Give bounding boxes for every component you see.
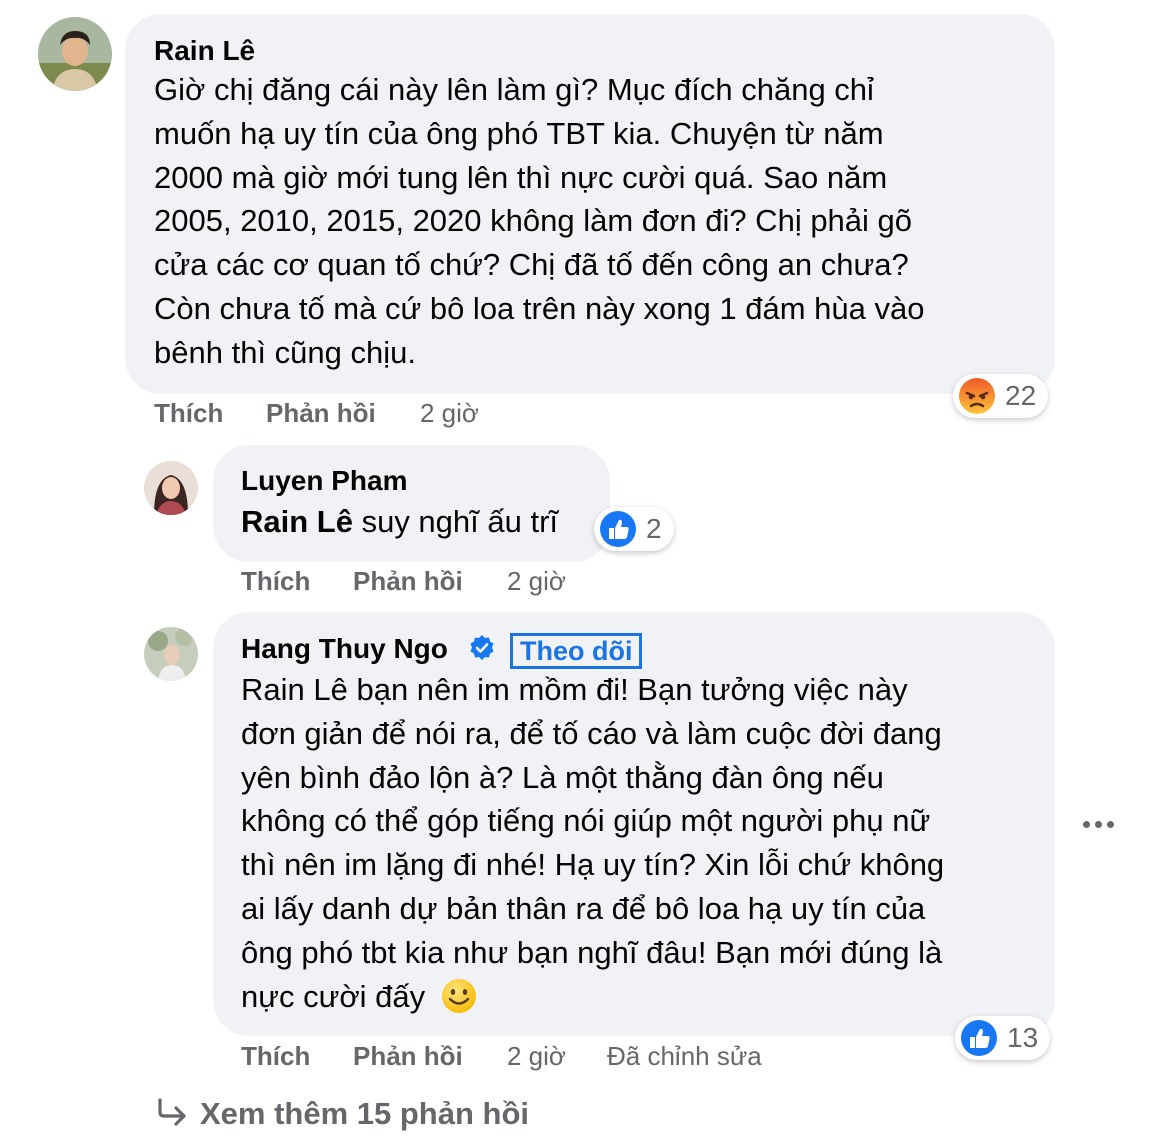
view-more-replies-label: Xem thêm 15 phản hồi [200,1096,530,1131]
comment-author-name[interactable]: Rain Lê [154,34,255,68]
reaction-summary[interactable]: 2 [594,507,674,551]
reply-button[interactable]: Phản hồi [353,566,463,597]
comment-text-line: Rain Lê bạn nên im mồm đi! Bạn tưởng việ… [241,672,908,707]
mention-link[interactable]: Rain Lê [241,504,353,539]
reaction-count: 13 [1007,1022,1039,1053]
avatar-image [144,627,198,681]
verified-badge-icon [470,635,494,660]
avatar-image [38,17,112,91]
dot [1107,821,1114,828]
avatar-luyen-pham[interactable] [144,461,198,515]
like-reaction-icon [961,1020,997,1056]
comment-text-last-line: nực cười đấy [241,975,1041,1019]
comment-text-line: yên bình đảo lộn à? Là một thằng đàn ông… [241,759,884,795]
comment-text-line: ai lấy danh dự bản thân ra để bô loa hạ … [241,890,926,926]
follow-button[interactable]: Theo dõi [510,633,643,669]
like-reaction-icon [600,511,636,547]
comment-text-line: thì nên im lặng đi nhé! Hạ uy tín? Xin l… [241,847,945,883]
view-more-replies-link[interactable]: Xem thêm 15 phản hồi [156,1096,529,1132]
comment-timestamp[interactable]: 2 giờ [507,566,566,597]
reaction-summary[interactable]: 13 [955,1016,1051,1060]
comment-text: Giờ chị đăng cái này lên làm gì? Mục đíc… [154,68,1044,375]
more-options-icon[interactable] [1083,821,1114,828]
comment-text-line: bênh thì cũng chịu. [154,334,416,370]
comment-text-line: không có thể góp tiếng nói giúp một ngườ… [241,803,931,839]
reply-button[interactable]: Phản hồi [353,1041,463,1072]
comment-text: Rain Lê suy nghĩ ấu trĩ [241,500,558,544]
reaction-summary[interactable]: 22 [953,374,1049,418]
avatar-rain-le[interactable] [38,17,112,91]
comment-text-line: đơn giản để nói ra, để tố cáo và làm cuộ… [241,715,942,751]
smiling-face-emoji-icon [441,978,476,1013]
reaction-count: 2 [646,513,662,544]
comment-text-content: suy nghĩ ấu trĩ [352,504,559,539]
like-button[interactable]: Thích [154,398,223,429]
reply-button[interactable]: Phản hồi [266,398,376,429]
comment-text-line: muốn hạ uy tín của ông phó TBT kia. Chuy… [154,115,884,151]
comment-author-name[interactable]: Luyen Pham [241,464,407,498]
comment-text-line: Còn chưa tố mà cứ bô loa trên này xong 1… [154,290,925,326]
reply-arrow-icon [158,1098,186,1126]
comment-text-line: cửa các cơ quan tố chứ? Chị đã tố đến cô… [154,247,909,283]
comment-text-line: Giờ chị đăng cái này lên làm gì? Mục đíc… [154,72,874,107]
comment-text: Rain Lê bạn nên im mồm đi! Bạn tưởng việ… [241,668,1041,1018]
comment-text-line: ông phó tbt kia như bạn nghĩ đâu! Bạn mớ… [241,934,943,970]
comment-timestamp[interactable]: 2 giờ [420,398,479,429]
comment-timestamp[interactable]: 2 giờ [507,1041,566,1072]
comment-text-line: nực cười đấy [241,978,426,1014]
reaction-count: 22 [1005,380,1037,411]
avatar-image [144,461,198,515]
dot [1083,821,1090,828]
comment-text-line: 2000 mà giờ mới tung lên thì nực cười qu… [154,159,888,195]
dot [1095,821,1102,828]
like-button[interactable]: Thích [241,566,310,597]
comment-text-line: 2005, 2010, 2015, 2020 không làm đơn đi?… [154,203,913,239]
comment-author-name[interactable]: Hang Thuy Ngo [241,632,448,666]
avatar-hang-thuy-ngo[interactable] [144,627,198,681]
angry-reaction-icon [959,378,995,414]
edited-label[interactable]: Đã chỉnh sửa [607,1041,762,1072]
like-button[interactable]: Thích [241,1041,310,1072]
